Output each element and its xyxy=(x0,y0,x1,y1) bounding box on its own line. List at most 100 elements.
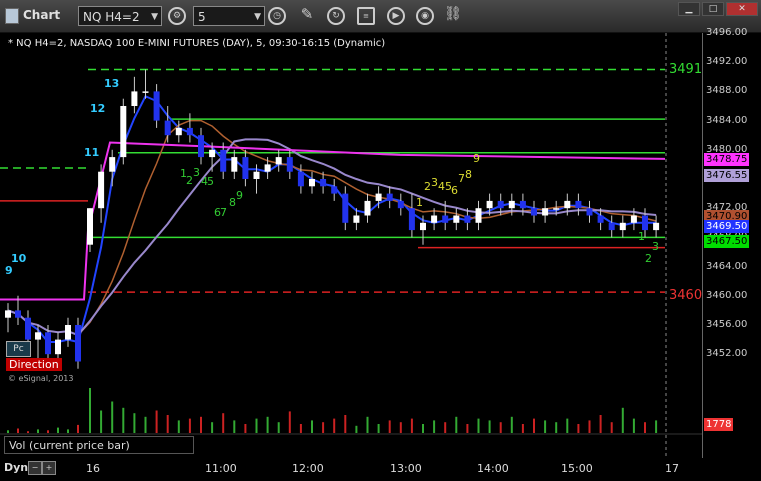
broadcast-icon[interactable]: ◉ xyxy=(416,7,434,25)
time-axis xyxy=(0,458,761,481)
minimize-button[interactable]: ▁ xyxy=(678,2,700,16)
maximize-button[interactable]: □ xyxy=(702,2,724,16)
direction-label: Direction xyxy=(6,358,62,371)
candle-body xyxy=(564,200,571,209)
candle-body xyxy=(87,208,93,245)
candle-body xyxy=(297,171,304,187)
zoom-out-button[interactable]: − xyxy=(28,461,42,475)
candle-body xyxy=(364,200,371,216)
link-icon[interactable]: ⛓ xyxy=(444,7,462,25)
sequence-count-label: 1 xyxy=(416,196,423,209)
price-tick-label: 3464.00 xyxy=(706,260,748,272)
candle-body xyxy=(442,215,449,223)
refresh-icon[interactable]: ↻ xyxy=(327,7,345,25)
candle-body xyxy=(420,222,426,231)
sequence-count-label: 5 xyxy=(207,175,214,188)
ma-blue-line xyxy=(7,94,657,344)
price-tick-label: 3492.00 xyxy=(706,56,748,68)
candle-body xyxy=(397,200,404,209)
chevron-down-icon[interactable]: ▼ xyxy=(254,7,261,27)
time-axis-label: 12:00 xyxy=(292,462,324,475)
candle-body xyxy=(342,193,349,223)
clock-icon[interactable]: ◷ xyxy=(268,7,286,25)
candle-body xyxy=(55,339,61,355)
symbol-value: NQ H4=2 xyxy=(83,10,140,24)
candle-body xyxy=(619,222,626,231)
indicator-icon[interactable]: ≡ xyxy=(357,7,375,25)
play-icon[interactable]: ▶ xyxy=(387,7,405,25)
close-button[interactable]: ✕ xyxy=(726,2,758,16)
price-tag: 3467.50 xyxy=(704,235,750,249)
interval-value: 5 xyxy=(198,10,206,24)
sequence-count-label: 7 xyxy=(220,206,227,219)
candle-body xyxy=(309,179,315,187)
copyright: © eSignal, 2013 xyxy=(8,374,74,383)
candle-body xyxy=(642,215,648,231)
sequence-count-label: 12 xyxy=(90,102,106,115)
candle-body xyxy=(464,215,471,223)
settings-icon[interactable]: ⚙ xyxy=(168,7,186,25)
price-tick-label: 3484.00 xyxy=(706,114,748,126)
sequence-count-label: 13 xyxy=(104,77,120,90)
time-axis-label: 14:00 xyxy=(477,462,509,475)
candle-body xyxy=(75,325,81,362)
volume-value-tag: 1778 xyxy=(704,418,734,431)
candle-body xyxy=(120,106,127,158)
price-tick-label: 3496.00 xyxy=(706,27,748,38)
candle-body xyxy=(497,200,504,209)
candle-body xyxy=(198,135,204,158)
candle-body xyxy=(25,317,31,340)
zoom-in-button[interactable]: + xyxy=(42,461,56,475)
candle-body xyxy=(519,200,526,209)
candle-body xyxy=(242,157,249,179)
pencil-icon[interactable]: ✎ xyxy=(298,7,316,25)
price-tag: 3478.75 xyxy=(704,152,750,166)
candle-body xyxy=(45,332,51,355)
candle-body xyxy=(408,208,415,231)
candle-body xyxy=(531,208,537,216)
candle-body xyxy=(142,91,149,93)
price-chart[interactable] xyxy=(0,33,702,458)
sequence-count-label: 2 xyxy=(424,180,431,193)
level-label: 3460 xyxy=(669,287,703,303)
price-tick-label: 3456.00 xyxy=(706,319,748,330)
candle-body xyxy=(653,222,660,231)
candle-body xyxy=(630,215,637,223)
dyn-label[interactable]: Dyn xyxy=(4,461,28,474)
candle-body xyxy=(320,179,327,187)
candle-body xyxy=(375,193,382,201)
sequence-count-label: 9 xyxy=(236,189,243,202)
pc-button[interactable]: Pc xyxy=(6,341,31,357)
candle-body xyxy=(264,164,271,172)
level-label: 3491 xyxy=(669,61,703,77)
candle-body xyxy=(353,215,360,223)
volume-value: 1778 xyxy=(706,419,732,430)
candle-body xyxy=(486,200,493,209)
sequence-count-label: 3 xyxy=(431,176,438,189)
sequence-count-label: 9 xyxy=(5,264,13,277)
time-axis-label: 17 xyxy=(665,462,679,475)
candle-body xyxy=(164,120,171,136)
candle-body xyxy=(286,157,293,172)
time-axis-label: 13:00 xyxy=(390,462,422,475)
candle-body xyxy=(542,208,549,216)
candle-body xyxy=(65,325,71,340)
interval-input[interactable]: 5 ▼ xyxy=(193,6,265,26)
candle-body xyxy=(186,127,193,136)
candle-body xyxy=(109,157,116,172)
chevron-down-icon[interactable]: ▼ xyxy=(151,7,158,27)
candle-body xyxy=(231,157,238,172)
candle-body xyxy=(475,208,482,223)
candle-body xyxy=(331,186,338,194)
sequence-count-label: 3 xyxy=(193,166,200,179)
candle-body xyxy=(153,91,160,121)
symbol-input[interactable]: NQ H4=2 ▼ xyxy=(78,6,162,26)
candle-body xyxy=(608,222,615,231)
candle-body xyxy=(386,193,393,201)
price-tag: 3476.55 xyxy=(704,168,750,182)
candle-body xyxy=(275,157,282,165)
sequence-count-label: 2 xyxy=(645,252,652,265)
time-axis-label: 15:00 xyxy=(561,462,593,475)
toolbar: Chart NQ H4=2 ▼ ⚙ 5 ▼ ◷ ✎ ↻ ≡ ▶ ◉ ⛓ ▁ □ ✕ xyxy=(0,0,761,33)
candle-body xyxy=(220,149,227,172)
